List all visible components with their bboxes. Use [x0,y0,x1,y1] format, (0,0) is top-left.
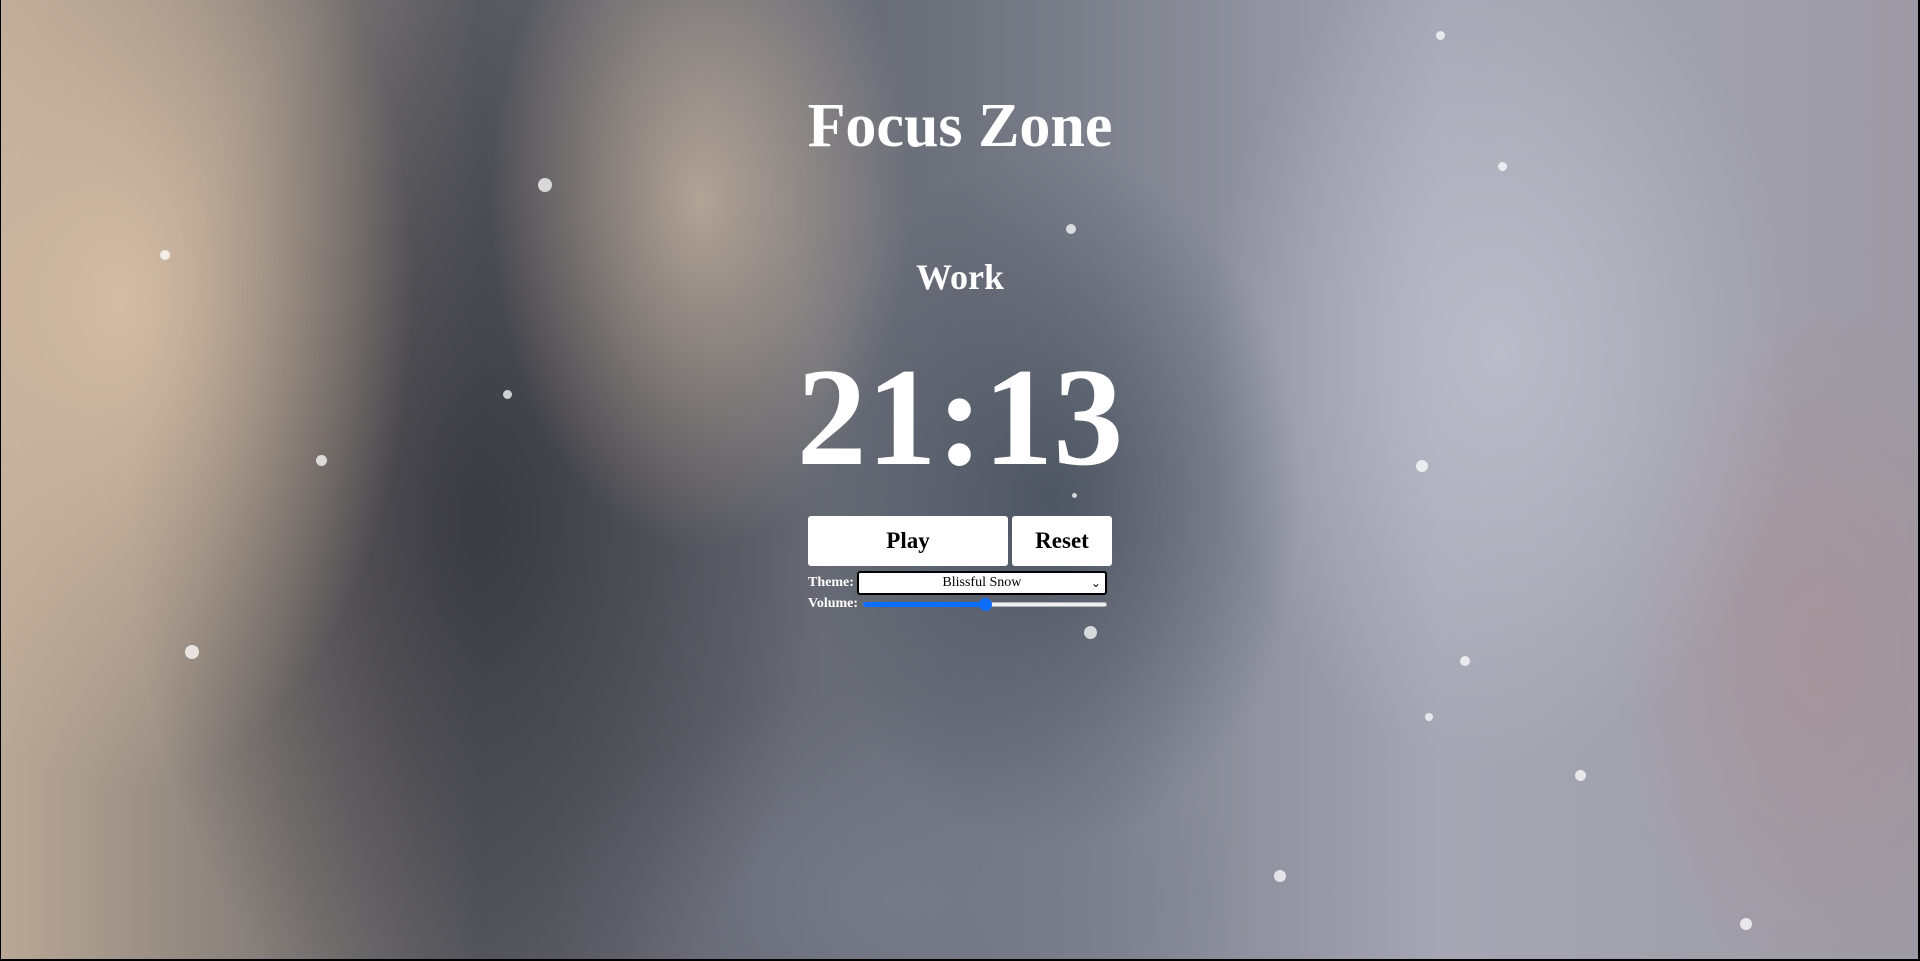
snowflake [1460,656,1470,666]
snowflake [1436,31,1445,40]
button-row: Play Reset [808,516,1112,566]
play-button[interactable]: Play [808,516,1008,566]
snowflake [185,645,199,659]
session-mode-label: Work [915,257,1004,297]
theme-setting: Theme: Blissful Snow ⌄ [808,571,1112,595]
theme-select[interactable]: Blissful Snow ⌄ [856,571,1107,595]
snowflake [1066,224,1076,234]
volume-slider-fill [863,602,986,607]
theme-label: Theme: [808,575,854,590]
snowflake [538,178,552,192]
chevron-down-icon: ⌄ [1090,576,1101,590]
reset-button[interactable]: Reset [1012,516,1112,566]
timer-display: 21:13 [796,340,1124,495]
snowflake [1498,162,1507,171]
volume-slider-thumb[interactable] [979,598,993,611]
volume-setting: Volume: [808,595,1112,613]
snowflake [1274,870,1286,882]
theme-select-value: Blissful Snow [942,575,1022,590]
snowflake [1740,918,1752,930]
snowflake [1425,713,1433,721]
app-title: Focus Zone [807,92,1113,160]
timer-controls: Play Reset Theme: Blissful Snow ⌄ Volume… [808,516,1112,613]
volume-label: Volume: [808,596,859,611]
snowflake [1084,626,1097,639]
volume-slider[interactable] [863,595,1108,613]
snowflake [1575,770,1586,781]
